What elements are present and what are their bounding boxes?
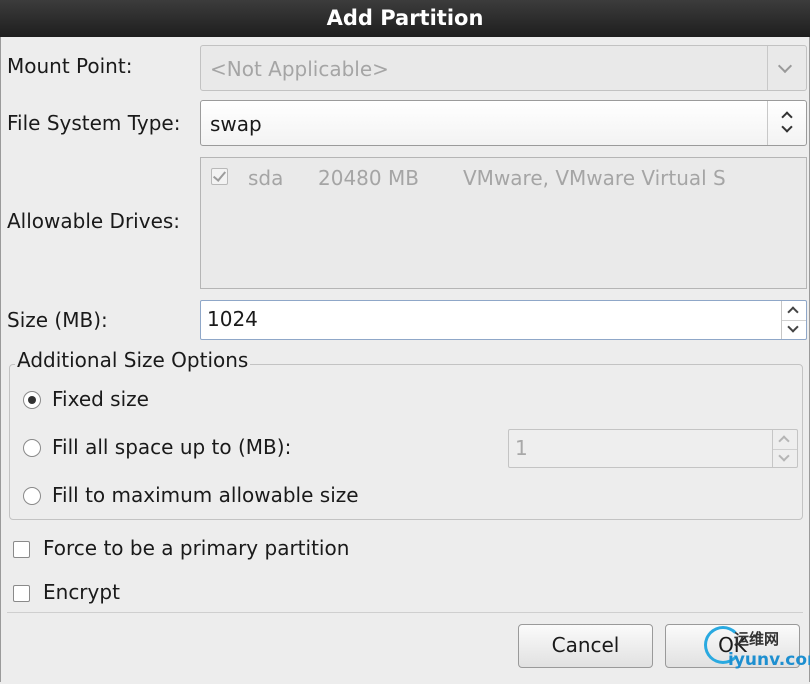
mount-point-combo: <Not Applicable> xyxy=(200,45,807,91)
arrow-up-icon xyxy=(787,306,799,318)
additional-size-options-title: Additional Size Options xyxy=(15,348,251,372)
button-separator xyxy=(7,612,803,613)
mount-point-value: <Not Applicable> xyxy=(210,57,389,81)
drive-size: 20480 MB xyxy=(318,166,419,190)
drive-name: sda xyxy=(248,166,284,190)
fill-max-radio[interactable] xyxy=(23,487,41,505)
checkmark-icon xyxy=(212,168,227,182)
arrow-down-icon xyxy=(787,321,799,333)
fs-type-value: swap xyxy=(210,112,262,136)
fill-upto-spin-buttons xyxy=(772,430,797,467)
size-increment-button[interactable] xyxy=(782,301,806,321)
drive-model: VMware, VMware Virtual S xyxy=(463,166,726,190)
watermark-top-text: 运维网 xyxy=(734,630,780,648)
fill-upto-label[interactable]: Fill all space up to (MB): xyxy=(52,435,291,459)
fill-upto-spinbutton: 1 xyxy=(508,429,798,468)
size-spinbutton[interactable]: 1024 xyxy=(200,300,807,340)
cancel-button[interactable]: Cancel xyxy=(518,624,653,668)
force-primary-label[interactable]: Force to be a primary partition xyxy=(43,536,349,560)
mount-point-dropdown-button xyxy=(767,46,806,90)
window-title: Add Partition xyxy=(326,6,484,30)
chevron-down-icon xyxy=(777,58,793,74)
fill-max-label[interactable]: Fill to maximum allowable size xyxy=(52,483,359,507)
arrow-up-icon xyxy=(778,435,790,447)
fill-upto-value: 1 xyxy=(515,436,528,460)
mount-point-label: Mount Point: xyxy=(7,54,133,78)
fs-type-dropdown-button[interactable] xyxy=(767,101,806,145)
fill-upto-radio[interactable] xyxy=(23,439,41,457)
fixed-size-label[interactable]: Fixed size xyxy=(52,387,149,411)
encrypt-checkbox[interactable] xyxy=(13,585,30,602)
fs-type-combo[interactable]: swap xyxy=(200,100,807,146)
fixed-size-radio[interactable] xyxy=(23,391,41,409)
watermark-bottom-text: iyunv.com xyxy=(728,650,810,670)
encrypt-label[interactable]: Encrypt xyxy=(43,580,120,604)
add-partition-dialog: Mount Point: <Not Applicable> File Syste… xyxy=(0,37,810,682)
force-primary-checkbox[interactable] xyxy=(13,541,30,558)
size-decrement-button[interactable] xyxy=(782,320,806,339)
window-titlebar[interactable]: Add Partition xyxy=(0,0,810,38)
size-spin-buttons[interactable] xyxy=(781,301,806,339)
size-label: Size (MB): xyxy=(7,308,108,332)
allowable-drives-label: Allowable Drives: xyxy=(7,209,181,233)
fs-type-label: File System Type: xyxy=(7,111,181,135)
up-down-arrows-icon xyxy=(781,111,793,133)
drive-sda-checkbox xyxy=(211,168,228,185)
radio-selected-dot xyxy=(28,396,36,404)
arrow-down-icon xyxy=(778,449,790,462)
site-watermark: 运维网 iyunv.com xyxy=(702,624,810,678)
size-value: 1024 xyxy=(207,307,258,331)
allowable-drives-list: sda 20480 MB VMware, VMware Virtual S xyxy=(200,157,807,289)
